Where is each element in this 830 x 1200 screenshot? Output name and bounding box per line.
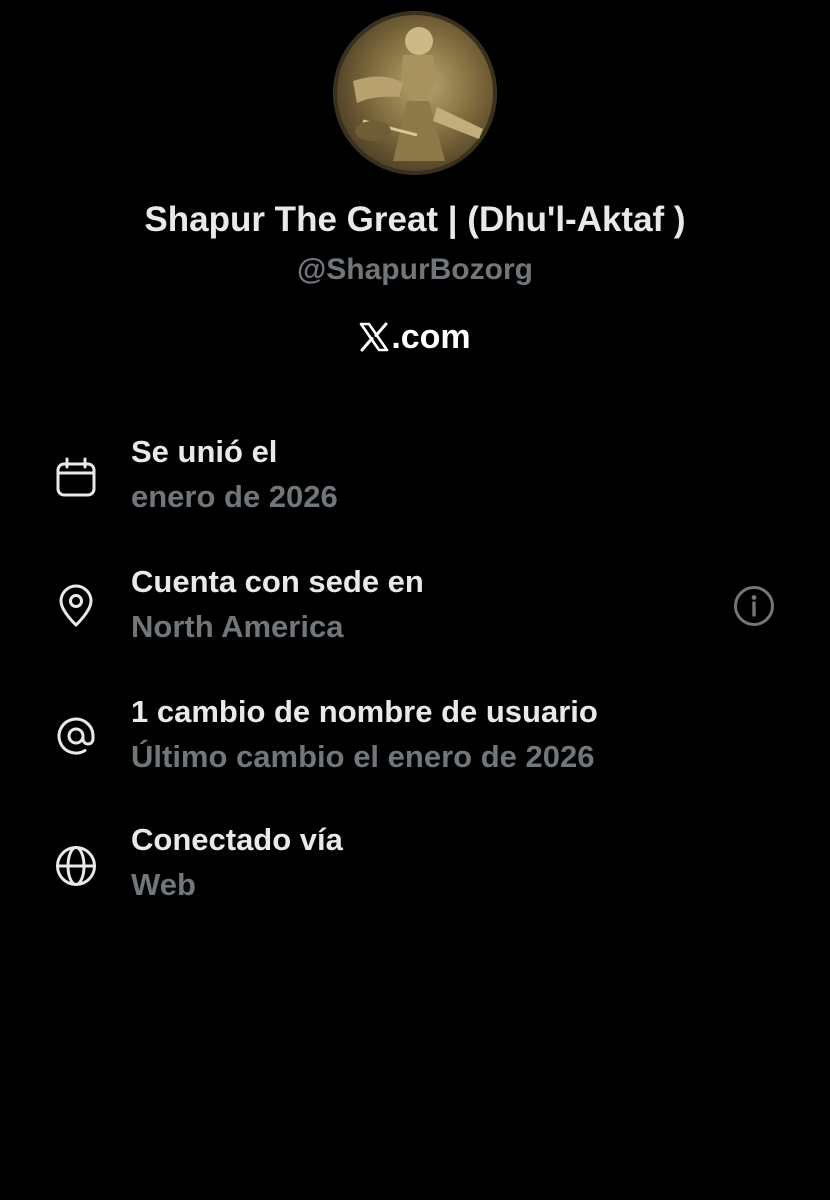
profile-display-name: Shapur The Great | (Dhu'l-Aktaf ) <box>144 200 686 239</box>
about-connected-row: Conectado vía Web <box>0 822 830 912</box>
about-location-row: Cuenta con sede en North America <box>0 564 830 654</box>
about-joined-row: Se unió el enero de 2026 <box>0 434 830 524</box>
about-username-changes-value: Último cambio el enero de 2026 <box>131 739 595 774</box>
calendar-icon <box>54 456 98 500</box>
about-joined-value: enero de 2026 <box>131 479 338 514</box>
avatar[interactable] <box>333 11 497 175</box>
site-link[interactable]: .com <box>0 318 830 357</box>
site-link-text: .com <box>391 318 471 356</box>
about-connected-value: Web <box>131 867 196 902</box>
about-username-changes-row: 1 cambio de nombre de usuario Último cam… <box>0 694 830 784</box>
globe-icon <box>54 844 98 888</box>
profile-handle[interactable]: @ShapurBozorg <box>0 253 830 287</box>
info-icon[interactable] <box>732 584 776 628</box>
location-pin-icon <box>54 584 98 628</box>
x-logo-icon <box>359 322 389 352</box>
about-location-title: Cuenta con sede en <box>131 564 424 599</box>
at-sign-icon <box>54 714 98 758</box>
about-joined-title: Se unió el <box>131 434 278 469</box>
avatar-image <box>333 11 497 175</box>
about-connected-title: Conectado vía <box>131 822 343 857</box>
about-username-changes-title: 1 cambio de nombre de usuario <box>131 694 598 729</box>
about-location-value: North America <box>131 609 344 644</box>
